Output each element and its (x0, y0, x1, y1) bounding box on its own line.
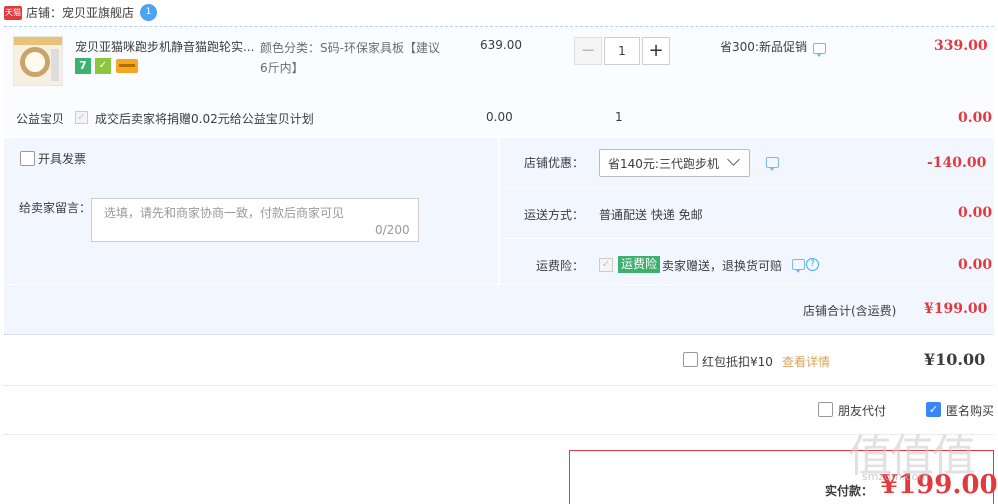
insurance-tag: 运费险 (618, 256, 661, 273)
shop-total-label: 店铺合计(含运费) (803, 304, 897, 318)
insurance-description: 卖家赠送，退换货可赔 (662, 259, 783, 273)
discount-comment-icon[interactable] (766, 157, 779, 171)
charity-subtotal: 0.00 (958, 110, 993, 126)
redpacket-value: ¥10.00 (924, 350, 986, 369)
redpacket-details-link[interactable]: 查看详情 (782, 353, 830, 370)
guarantee-icon[interactable]: ✓ (95, 58, 111, 74)
charity-qty: 1 (615, 110, 623, 124)
divider (500, 238, 994, 239)
anonymous-checkbox[interactable]: ✓ (926, 402, 941, 417)
divider (500, 188, 994, 189)
redpacket-checkbox[interactable] (683, 352, 698, 367)
product-sku: 颜色分类：S码-环保家具板【建议6斤内】 (260, 41, 440, 75)
quantity-increase-button[interactable]: + (642, 37, 670, 65)
seller-memo-placeholder: 选填，请先和商家协商一致，付款后商家可见 (104, 206, 345, 220)
unit-price: 639.00 (480, 38, 522, 52)
watermark-url: smzdm.com (862, 470, 929, 483)
seller-memo-label: 给卖家留言： (19, 201, 92, 215)
invoice-label[interactable]: 开具发票 (38, 150, 86, 167)
divider (4, 385, 994, 386)
redpacket-label[interactable]: 红包抵扣¥10 (702, 353, 773, 370)
seven-day-return-icon[interactable]: 7 (75, 58, 91, 74)
shop-discount-selected: 省140元:三代跑步机 (608, 157, 719, 171)
promotion-label: 省300:新品促销 (720, 40, 807, 54)
item-subtotal: 339.00 (934, 38, 988, 54)
help-icon[interactable]: ? (806, 258, 819, 271)
shipping-label: 运送方式： (524, 208, 585, 222)
quantity-input[interactable]: 1 (604, 37, 640, 65)
wangwang-chat-icon[interactable]: 1 (140, 4, 157, 21)
charity-label: 公益宝贝 (16, 112, 65, 126)
product-thumbnail[interactable] (13, 36, 63, 86)
order-confirm-page: 天猫 店铺：宠贝亚旗舰店 1 宠贝亚猫咪跑步机静音猫跑轮实... 7 ✓ 颜色分… (0, 0, 998, 504)
insurance-fee: 0.00 (958, 257, 993, 273)
anonymous-label[interactable]: 匿名购买 (946, 402, 994, 419)
quantity-decrease-button[interactable]: − (574, 37, 602, 65)
tmall-logo-icon: 天猫 (4, 6, 22, 20)
shop-name[interactable]: 店铺：宠贝亚旗舰店 (26, 4, 134, 21)
divider (4, 434, 994, 435)
charity-description: 成交后卖家将捐赠0.02元给公益宝贝计划 (95, 112, 314, 126)
shop-discount-label: 店铺优惠： (524, 156, 585, 170)
shipping-fee: 0.00 (958, 205, 993, 221)
insurance-comment-icon[interactable] (792, 259, 805, 273)
seller-memo-count: 0/200 (375, 223, 410, 237)
friend-pay-checkbox[interactable] (818, 402, 833, 417)
invoice-checkbox[interactable] (20, 151, 35, 166)
shop-total-value: ¥199.00 (924, 301, 988, 317)
divider (4, 26, 994, 27)
charity-price: 0.00 (486, 110, 513, 124)
product-title[interactable]: 宠贝亚猫咪跑步机静音猫跑轮实... (75, 38, 257, 56)
charity-checkbox: ✓ (75, 111, 88, 124)
actual-payment-label: 实付款： (825, 484, 874, 498)
shop-discount-value: -140.00 (927, 155, 987, 171)
friend-pay-label[interactable]: 朋友代付 (838, 402, 886, 419)
credit-card-icon[interactable] (116, 59, 138, 73)
shipping-method: 普通配送 快递 免邮 (599, 208, 703, 222)
insurance-checkbox: ✓ (599, 258, 613, 272)
insurance-label: 运费险： (536, 259, 585, 273)
promotion-comment-icon[interactable] (813, 43, 826, 57)
